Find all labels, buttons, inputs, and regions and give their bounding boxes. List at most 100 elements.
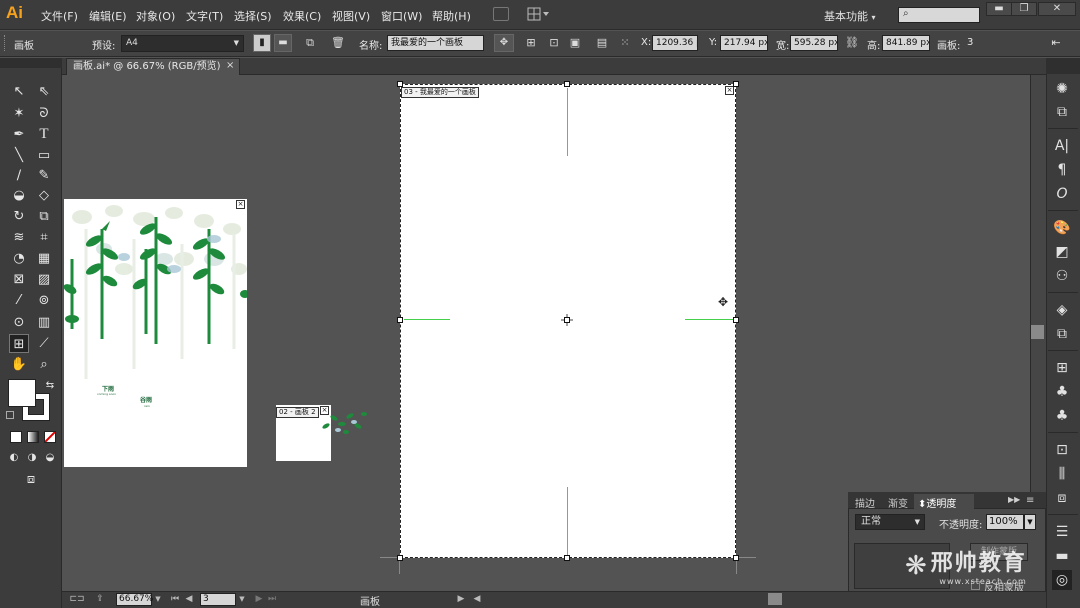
show-safe-areas-icon[interactable]: ▣ (567, 35, 583, 51)
artboard-1[interactable]: 下雨 coming soon 谷雨 rain (64, 199, 247, 467)
shape-builder-tool-icon[interactable]: ◔ (9, 249, 29, 268)
reference-point-icon[interactable]: ⁙ (617, 35, 633, 51)
show-center-mark-icon[interactable]: ⊞ (523, 35, 539, 51)
rectangle-tool-icon[interactable]: ▭ (34, 146, 54, 165)
artboard-options-icon[interactable]: ▤ (594, 35, 610, 51)
resize-handle-bottom[interactable] (564, 555, 570, 561)
free-transform-tool-icon[interactable]: ⌗ (34, 228, 54, 247)
blend-mode-select[interactable]: 正常 ▼ (855, 514, 925, 530)
landscape-button[interactable]: ▬ (274, 34, 292, 52)
color-guide-panel-icon[interactable]: ◩ (1052, 242, 1072, 262)
share-icon[interactable]: ⇪ (93, 592, 107, 606)
swatches-panel-icon[interactable]: ⚇ (1052, 266, 1072, 286)
vertical-scrollbar-thumb[interactable] (1031, 325, 1044, 339)
menu-select[interactable]: 选择(S) (234, 8, 272, 24)
tab-transparency[interactable]: ⬍透明度 (918, 495, 956, 510)
document-tab-close-icon[interactable]: × (226, 59, 236, 73)
menu-file[interactable]: 文件(F) (41, 8, 78, 24)
mesh-tool-icon[interactable]: ⊠ (9, 270, 29, 289)
selection-tool-icon[interactable]: ↖ (9, 82, 29, 101)
x-field[interactable]: 1209.36 px (652, 35, 698, 51)
stroke-panel-icon[interactable]: ☰ (1052, 522, 1072, 542)
magic-wand-tool-icon[interactable]: ✶ (9, 104, 29, 123)
panel-collapse-icon[interactable]: ▶▶ (1008, 495, 1020, 504)
artboard-name-field[interactable]: 我最爱的一个画板 (387, 35, 484, 51)
document-tab[interactable]: 画板.ai* @ 66.67% (RGB/预览) (66, 58, 240, 75)
hand-tool-icon[interactable]: ✋ (9, 355, 29, 374)
rotate-tool-icon[interactable]: ↻ (9, 207, 29, 226)
perspective-grid-tool-icon[interactable]: ▦ (34, 249, 54, 268)
transform-panel-icon[interactable]: ⊡ (1052, 440, 1072, 460)
panel-menu-icon[interactable]: ⇤ (1048, 35, 1064, 51)
grid-panel-icon[interactable]: ⊞ (1052, 358, 1072, 378)
draw-normal-icon[interactable]: ◐ (6, 448, 22, 467)
paragraph-panel-icon[interactable]: ¶ (1052, 160, 1072, 180)
color-guide-icon[interactable]: ✺ (1052, 79, 1072, 99)
menu-window[interactable]: 窗口(W) (381, 8, 422, 24)
paintbrush-tool-icon[interactable]: ∕ (9, 166, 29, 185)
close-button[interactable]: ✕ (1038, 2, 1076, 16)
slice-tool-icon[interactable]: ⟋ (34, 334, 54, 353)
delete-artboard-icon[interactable]: 🗑 (330, 35, 346, 51)
opentype-panel-icon[interactable]: O (1052, 184, 1072, 204)
eraser-tool-icon[interactable]: ◇ (34, 186, 54, 205)
preset-select[interactable]: A4 ▼ (121, 35, 244, 52)
tab-stroke[interactable]: 描边 (855, 495, 875, 510)
eyedropper-tool-icon[interactable]: ⁄ (9, 291, 29, 310)
workspace-switcher[interactable]: 基本功能 ▾ (824, 8, 876, 24)
screen-mode-icon[interactable]: ⧈ (20, 470, 42, 489)
direct-selection-tool-icon[interactable]: ⇖ (34, 82, 54, 101)
show-cross-hairs-icon[interactable]: ⊡ (546, 35, 562, 51)
symbol-sprayer-tool-icon[interactable]: ⊙ (9, 313, 29, 332)
arrange-documents-icon[interactable] (527, 7, 551, 21)
gradient-tool-icon[interactable]: ▨ (34, 270, 54, 289)
color-panel-icon[interactable]: 🎨 (1052, 218, 1072, 238)
column-graph-tool-icon[interactable]: ▥ (34, 313, 54, 332)
resize-handle-left[interactable] (397, 317, 403, 323)
type-tool-icon[interactable]: T (34, 125, 54, 144)
move-with-artboard-icon[interactable]: ✥ (494, 34, 514, 52)
menu-effect[interactable]: 效果(C) (283, 8, 321, 24)
resize-handle-top-left[interactable] (397, 81, 403, 87)
artboard-number-field[interactable]: 3 (200, 593, 236, 606)
resize-handle-right[interactable] (733, 317, 739, 323)
align-panel-icon[interactable]: ⫼ (1052, 464, 1072, 484)
brushes-panel-icon[interactable]: ♣ (1052, 382, 1072, 402)
default-colors-icon[interactable] (6, 411, 14, 419)
resize-handle-top-right[interactable] (733, 81, 739, 87)
artboards-panel-icon[interactable]: ⧉ (1052, 324, 1072, 344)
lasso-tool-icon[interactable]: ᘐ (34, 104, 54, 123)
artboard-2-label[interactable]: 02 - 画板 2 (276, 407, 319, 418)
zoom-dropdown-icon[interactable]: ▼ (153, 592, 163, 606)
height-field[interactable]: 841.89 px (882, 35, 930, 51)
menu-object[interactable]: 对象(O) (136, 8, 175, 24)
draw-inside-icon[interactable]: ◒ (42, 448, 58, 467)
opacity-field[interactable]: 100% (986, 514, 1024, 530)
zoom-tool-icon[interactable]: ⌕ (34, 355, 54, 374)
transparency-panel-icon[interactable]: ◎ (1052, 570, 1072, 590)
link-proportions-icon[interactable]: ⛓ (844, 35, 860, 51)
bridge-icon[interactable] (493, 7, 509, 21)
portrait-button[interactable]: ▮ (253, 34, 271, 52)
scale-tool-icon[interactable]: ⧉ (34, 207, 54, 226)
color-mode-icon[interactable] (10, 431, 22, 443)
blend-tool-icon[interactable]: ⊚ (34, 291, 54, 310)
minimize-button[interactable]: ▬ (986, 2, 1012, 16)
tab-gradient[interactable]: 渐变 (888, 495, 908, 510)
export-icon[interactable]: ⧉ (1052, 102, 1072, 122)
resize-handle-bottom-left[interactable] (397, 555, 403, 561)
none-mode-icon[interactable] (44, 431, 56, 443)
menu-help[interactable]: 帮助(H) (432, 8, 471, 24)
artboard-1-close-icon[interactable]: × (236, 200, 245, 209)
symbols-panel-icon[interactable]: ♣ (1052, 406, 1072, 426)
fill-swatch[interactable] (8, 379, 36, 407)
swap-fill-stroke-icon[interactable]: ⇆ (40, 376, 60, 395)
next-artboard-icon[interactable]: ▶ (254, 592, 264, 606)
artboard-tool-icon[interactable]: ⊞ (9, 334, 29, 353)
menu-edit[interactable]: 编辑(E) (89, 8, 127, 24)
width-tool-icon[interactable]: ≋ (9, 228, 29, 247)
opacity-dropdown-icon[interactable]: ▼ (1024, 514, 1036, 530)
last-artboard-icon[interactable]: ⏭ (267, 592, 277, 606)
panel-options-icon[interactable]: ≡ (1026, 495, 1034, 506)
blob-brush-tool-icon[interactable]: ◒ (9, 186, 29, 205)
